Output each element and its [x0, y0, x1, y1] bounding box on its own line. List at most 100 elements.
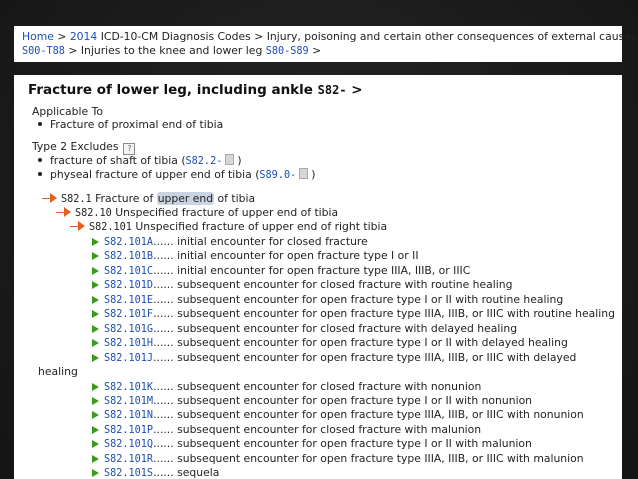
code-link[interactable]: S82.101B [104, 251, 153, 262]
code-link[interactable]: S82.101E [104, 295, 153, 306]
code-link[interactable]: S82.101S [104, 468, 153, 479]
popup-icon[interactable] [225, 154, 235, 165]
breadcrumb-separator: > [53, 30, 70, 43]
leaf-arrow-icon [92, 382, 99, 391]
code-dots: ...... [153, 437, 178, 451]
excludes-item: fracture of shaft of tibia (S82.2-) [36, 154, 242, 169]
code-row: S82.101G...... subsequent encounter for … [92, 322, 517, 337]
applicable-to-item: Fracture of proximal end of tibia [36, 118, 223, 132]
excludes-code-link[interactable]: S89.0- [259, 170, 296, 181]
code-row: S82.101N...... subsequent encounter for … [92, 408, 584, 423]
leaf-arrow-icon [92, 281, 99, 290]
code-link[interactable]: S82.101M [104, 396, 153, 407]
code-link[interactable]: S82.101N [104, 410, 153, 421]
code-description: subsequent encounter for closed fracture… [177, 278, 513, 292]
code-row: S82.101H...... subsequent encounter for … [92, 336, 568, 351]
code-description: subsequent encounter for open fracture t… [177, 292, 564, 306]
code-row: S82.101R...... subsequent encounter for … [92, 452, 584, 467]
breadcrumb-range-link[interactable]: S00-T88 [22, 46, 65, 57]
leaf-arrow-icon [92, 396, 99, 405]
code-link[interactable]: S82.101G [104, 324, 153, 335]
code-link[interactable]: S82.101D [104, 280, 153, 291]
excludes-code-link[interactable]: S82.2- [186, 156, 223, 167]
code-description: subsequent encounter for open fracture t… [177, 408, 584, 422]
tree-connector [70, 226, 78, 227]
code-description: subsequent encounter for open fracture t… [177, 437, 532, 451]
code-row: S82.101M...... subsequent encounter for … [92, 394, 532, 409]
leaf-arrow-icon [92, 339, 99, 348]
code-link[interactable]: S82.101Q [104, 439, 153, 450]
page-title-text: Fracture of lower leg, including ankle [28, 82, 313, 98]
leaf-arrow-icon [92, 353, 99, 362]
code-dots: ...... [153, 393, 178, 407]
code-description: subsequent encounter for open fracture t… [177, 336, 568, 350]
code-description: subsequent encounter for open fracture t… [177, 393, 533, 407]
code-row: S82.101Q...... subsequent encounter for … [92, 437, 532, 452]
title-arrow: > [351, 82, 363, 98]
tree-code: S82.101 [89, 222, 132, 233]
code-description: subsequent encounter for closed fracture… [177, 422, 482, 436]
code-dots: ...... [153, 422, 178, 436]
leaf-arrow-icon [92, 266, 99, 275]
code-dots: ...... [153, 235, 178, 248]
code-row: S82.101F...... subsequent encounter for … [92, 307, 615, 322]
bullet-icon [38, 122, 42, 126]
code-link[interactable]: S82.101H [104, 338, 153, 349]
breadcrumb-row-2: S00-T88 > Injuries to the knee and lower… [22, 44, 322, 57]
wrapped-text: healing [38, 365, 78, 379]
leaf-arrow-icon [92, 310, 99, 319]
breadcrumb-book-label: ICD-10-CM Diagnosis Codes [100, 30, 251, 43]
tree-connector [56, 212, 64, 213]
expand-arrow-icon[interactable] [64, 207, 71, 217]
leaf-arrow-icon [92, 454, 99, 463]
tree-level-3[interactable]: S82.101 Unspecified fracture of upper en… [70, 220, 387, 235]
code-link[interactable]: S82.101F [104, 309, 153, 320]
code-dots: ...... [153, 408, 178, 422]
code-row: S82.101K...... subsequent encounter for … [92, 380, 481, 395]
code-description: subsequent encounter for open fracture t… [177, 451, 584, 465]
code-description: subsequent encounter for closed fracture… [177, 379, 482, 393]
code-description: subsequent encounter for open fracture t… [177, 307, 615, 321]
code-dots: ...... [153, 350, 178, 364]
code-description: subsequent encounter for open fracture t… [177, 350, 577, 364]
code-row: S82.101E...... subsequent encounter for … [92, 293, 563, 308]
code-link[interactable]: S82.101A [104, 237, 153, 248]
code-link[interactable]: S82.101K [104, 382, 153, 393]
code-link[interactable]: S82.101C [104, 266, 153, 277]
breadcrumb: Home > 2014 ICD-10-CM Diagnosis Codes > … [22, 30, 637, 43]
breadcrumb-panel: Home > 2014 ICD-10-CM Diagnosis Codes > … [14, 26, 636, 62]
breadcrumb-home-link[interactable]: Home [22, 30, 54, 43]
breadcrumb-subrange-link[interactable]: S80-S89 [266, 46, 309, 57]
code-dots: ...... [153, 336, 178, 350]
bullet-icon [38, 158, 42, 162]
code-link[interactable]: S82.101J [104, 353, 153, 364]
tree-code: S82.10 [75, 208, 112, 219]
excludes-item: physeal fracture of upper end of tibia (… [36, 168, 315, 183]
code-link[interactable]: S82.101P [104, 425, 153, 436]
leaf-arrow-icon [92, 238, 99, 246]
tree-connector [42, 198, 50, 199]
leaf-arrow-icon [92, 252, 99, 261]
expand-arrow-icon[interactable] [78, 221, 85, 231]
tree-level-1[interactable]: S82.1 Fracture of upper end of tibia [42, 192, 255, 207]
code-detail-panel: Fracture of lower leg, including ankle S… [14, 75, 622, 479]
page-title-code: S82- [317, 83, 347, 97]
page-title: Fracture of lower leg, including ankle S… [28, 81, 363, 99]
applicable-to-heading: Applicable To [32, 105, 103, 118]
code-row: S82.101S...... sequela [92, 466, 219, 479]
breadcrumb-year-link[interactable]: 2014 [70, 30, 97, 43]
code-dots: ...... [153, 249, 178, 263]
code-row: S82.101D...... subsequent encounter for … [92, 278, 512, 293]
breadcrumb-section-label: Injuries to the knee and lower leg [80, 44, 263, 57]
code-row: S82.101J...... subsequent encounter for … [92, 351, 576, 366]
code-row: S82.101B...... initial encounter for ope… [92, 249, 419, 264]
tree-level-2[interactable]: S82.10 Unspecified fracture of upper end… [56, 206, 338, 221]
code-link[interactable]: S82.101R [104, 454, 153, 465]
expand-arrow-icon[interactable] [50, 193, 57, 203]
code-dots: ...... [153, 292, 178, 306]
leaf-arrow-icon [92, 324, 99, 333]
code-description: subsequent encounter for closed fracture… [177, 321, 518, 335]
popup-icon[interactable] [299, 168, 309, 179]
leaf-arrow-icon [92, 440, 99, 449]
code-dots: ...... [153, 263, 178, 277]
